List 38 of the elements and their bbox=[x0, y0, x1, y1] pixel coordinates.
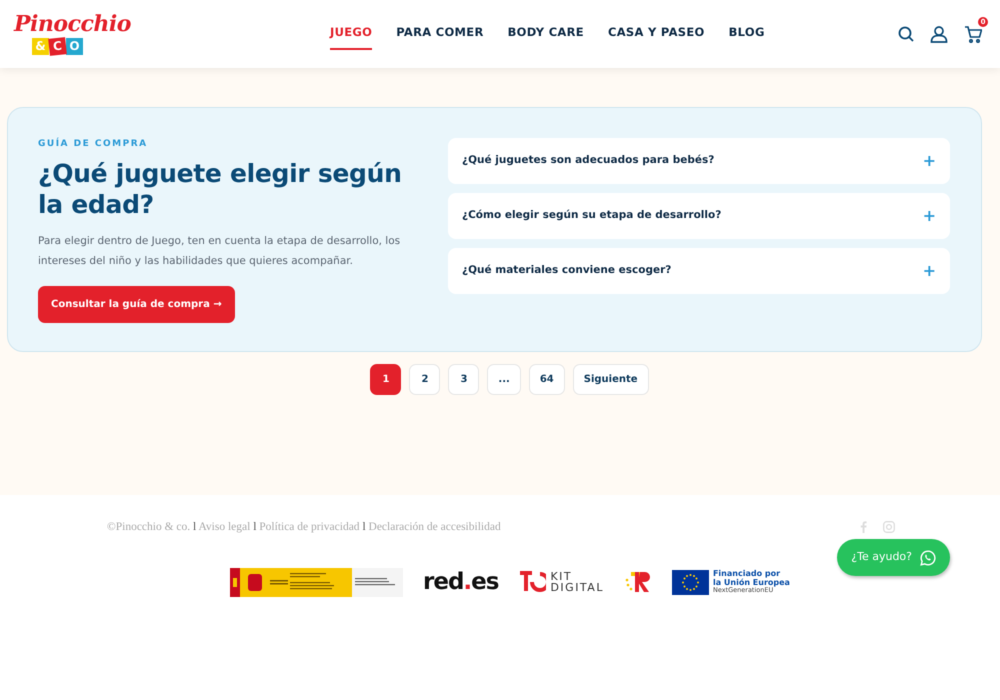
page-button[interactable]: 2 bbox=[409, 364, 440, 395]
kit-digital-icon bbox=[518, 570, 546, 594]
section-label: GUÍA DE COMPRA bbox=[38, 138, 149, 151]
page-button[interactable]: 64 bbox=[528, 364, 565, 395]
logo-tile: & bbox=[32, 38, 49, 55]
nav-link[interactable]: CASA Y PASEO bbox=[608, 18, 705, 50]
faq-question: ¿Cómo elegir según su etapa de desarrollo? bbox=[462, 208, 722, 224]
user-icon[interactable] bbox=[930, 26, 948, 42]
separator: l bbox=[361, 521, 367, 533]
nav-link[interactable]: JUEGO bbox=[330, 18, 372, 50]
search-icon[interactable] bbox=[898, 26, 914, 42]
guide-button[interactable]: Consultar la guía de compra → bbox=[38, 286, 235, 323]
page-button[interactable]: ... bbox=[487, 364, 521, 395]
nav-link[interactable]: PARA COMER bbox=[396, 18, 484, 50]
separator: l bbox=[252, 521, 258, 533]
faq-item[interactable]: ¿Cómo elegir según su etapa de desarrollo? + bbox=[448, 193, 950, 239]
sponsor-logo: red.es bbox=[423, 568, 498, 597]
nav-link[interactable]: BODY CARE bbox=[508, 18, 584, 50]
guide-text: Para elegir dentro de Juego, ten en cuenta la etapa de desarrollo, los intereses del niño y las habilidades que quieres acompañar. bbox=[38, 234, 402, 269]
faq-question: ¿Qué juguetes son adecuados para bebés? bbox=[462, 153, 714, 168]
logo-tile: O bbox=[66, 38, 83, 55]
whatsapp-icon bbox=[920, 550, 936, 566]
kit-digital-logo: KIT DIGITAL bbox=[550, 570, 604, 594]
faq-question: ¿Qué materiales conviene escoger? bbox=[462, 263, 672, 278]
separator: l bbox=[192, 521, 198, 533]
logo-tile: C bbox=[48, 37, 67, 56]
recovery-plan-logo bbox=[624, 570, 652, 594]
page-button[interactable]: 3 bbox=[448, 364, 480, 395]
page-button[interactable]: 1 bbox=[370, 364, 402, 395]
cart-icon[interactable] bbox=[964, 26, 982, 44]
page-button[interactable]: Siguiente bbox=[572, 364, 649, 395]
faq-item[interactable]: ¿Qué juguetes son adecuados para bebés? + bbox=[448, 138, 950, 184]
logo-text[interactable]: Pinocchio bbox=[14, 13, 314, 35]
faq-item[interactable]: ¿Qué materiales conviene escoger? + bbox=[448, 248, 950, 294]
copyright-text: ©Pinocchio & co. bbox=[107, 521, 190, 533]
eu-flag-icon bbox=[672, 570, 709, 595]
nav-link[interactable]: BLOG bbox=[728, 18, 765, 50]
guide-title: ¿Qué juguete elegir según la edad? bbox=[38, 158, 403, 220]
